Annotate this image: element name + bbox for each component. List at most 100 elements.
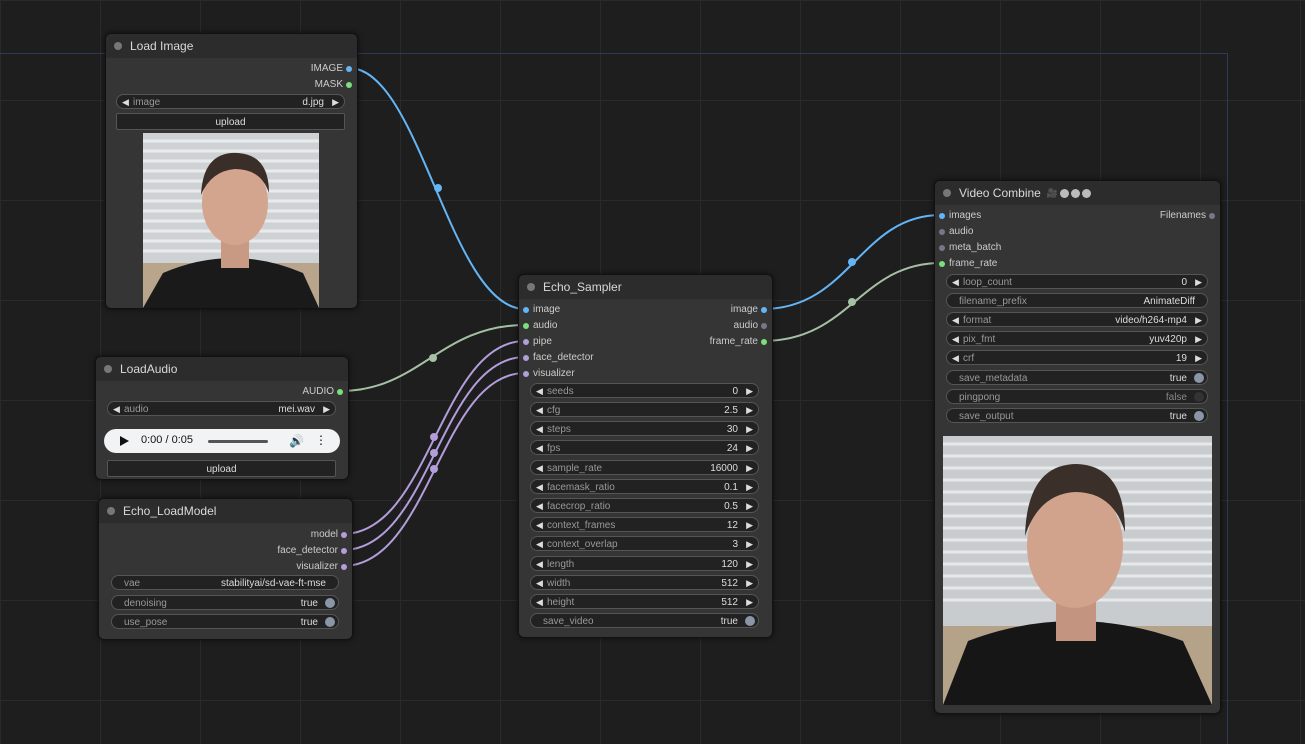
arrow-left-icon[interactable]: ◀ (952, 275, 959, 290)
output-slot-face-detector[interactable] (341, 548, 347, 554)
toggle-knob[interactable] (325, 598, 335, 608)
node-header[interactable]: Load Image (106, 34, 357, 58)
save-metadata-toggle[interactable]: save_metadata true (946, 370, 1208, 385)
arrow-right-icon[interactable]: ▶ (1195, 332, 1202, 347)
node-header[interactable]: LoadAudio (96, 357, 348, 381)
play-icon[interactable] (120, 436, 129, 446)
output-slot-image[interactable] (761, 307, 767, 313)
arrow-right-icon[interactable]: ▶ (746, 518, 753, 533)
arrow-left-icon[interactable]: ◀ (536, 537, 543, 552)
toggle-knob[interactable] (745, 616, 755, 626)
toggle-knob[interactable] (325, 617, 335, 627)
arrow-right-icon[interactable]: ▶ (1195, 351, 1202, 366)
facemask-ratio-widget[interactable]: ◀ facemask_ratio 0.1 ▶ (530, 479, 759, 494)
toggle-knob[interactable] (1194, 373, 1204, 383)
node-echo-sampler[interactable]: Echo_Sampler image image audio audio pip… (518, 274, 773, 638)
facecrop-ratio-widget[interactable]: ◀ facecrop_ratio 0.5 ▶ (530, 498, 759, 513)
arrow-right-icon[interactable]: ▶ (746, 576, 753, 591)
arrow-right-icon[interactable]: ▶ (1195, 313, 1202, 328)
seeds-widget[interactable]: ◀ seeds 0 ▶ (530, 383, 759, 398)
arrow-left-icon[interactable]: ◀ (536, 518, 543, 533)
arrow-left-icon[interactable]: ◀ (952, 313, 959, 328)
video-preview[interactable] (943, 436, 1212, 705)
node-header[interactable]: Video Combine 🎥 (935, 181, 1220, 205)
sample-rate-widget[interactable]: ◀ sample_rate 16000 ▶ (530, 460, 759, 475)
save-output-toggle[interactable]: save_output true (946, 408, 1208, 423)
toggle-knob[interactable] (1194, 392, 1204, 402)
context-overlap-widget[interactable]: ◀ context_overlap 3 ▶ (530, 536, 759, 551)
arrow-left-icon[interactable]: ◀ (952, 351, 959, 366)
arrow-right-icon[interactable]: ▶ (746, 422, 753, 437)
loop-count-widget[interactable]: ◀ loop_count 0 ▶ (946, 274, 1208, 289)
filename-prefix-widget[interactable]: filename_prefix AnimateDiff (946, 293, 1208, 308)
arrow-left-icon[interactable]: ◀ (113, 402, 120, 417)
collapse-dot-icon[interactable] (114, 42, 122, 50)
arrow-left-icon[interactable]: ◀ (536, 557, 543, 572)
upload-button[interactable]: upload (107, 460, 336, 477)
height-widget[interactable]: ◀ height 512 ▶ (530, 594, 759, 609)
input-slot-meta-batch[interactable] (939, 245, 945, 251)
crf-widget[interactable]: ◀ crf 19 ▶ (946, 350, 1208, 365)
length-widget[interactable]: ◀ length 120 ▶ (530, 556, 759, 571)
arrow-left-icon[interactable]: ◀ (536, 595, 543, 610)
fps-widget[interactable]: ◀ fps 24 ▶ (530, 440, 759, 455)
audio-combo-widget[interactable]: ◀ audio mei.wav ▶ (107, 401, 336, 416)
audio-progress-bar[interactable] (208, 440, 268, 443)
node-header[interactable]: Echo_Sampler (519, 275, 772, 299)
steps-widget[interactable]: ◀ steps 30 ▶ (530, 421, 759, 436)
output-slot-audio[interactable] (761, 323, 767, 329)
image-combo-widget[interactable]: ◀ image d.jpg ▶ (116, 94, 345, 109)
collapse-dot-icon[interactable] (527, 283, 535, 291)
input-slot-audio[interactable] (939, 229, 945, 235)
arrow-left-icon[interactable]: ◀ (536, 461, 543, 476)
more-options-icon[interactable]: ⋮ (315, 433, 327, 447)
toggle-knob[interactable] (1194, 411, 1204, 421)
collapse-dot-icon[interactable] (943, 189, 951, 197)
output-slot-audio[interactable] (337, 389, 343, 395)
input-slot-pipe[interactable] (523, 339, 529, 345)
graph-canvas[interactable]: Load Image IMAGE MASK ◀ image d.jpg ▶ up… (0, 0, 1305, 744)
format-widget[interactable]: ◀ format video/h264-mp4 ▶ (946, 312, 1208, 327)
arrow-left-icon[interactable]: ◀ (122, 95, 129, 110)
input-slot-images[interactable] (939, 213, 945, 219)
arrow-right-icon[interactable]: ▶ (746, 441, 753, 456)
arrow-right-icon[interactable]: ▶ (746, 403, 753, 418)
arrow-left-icon[interactable]: ◀ (536, 384, 543, 399)
arrow-left-icon[interactable]: ◀ (536, 422, 543, 437)
arrow-left-icon[interactable]: ◀ (536, 403, 543, 418)
arrow-right-icon[interactable]: ▶ (746, 499, 753, 514)
cfg-widget[interactable]: ◀ cfg 2.5 ▶ (530, 402, 759, 417)
node-load-audio[interactable]: LoadAudio AUDIO ◀ audio mei.wav ▶ 0:00 /… (95, 356, 349, 480)
arrow-right-icon[interactable]: ▶ (746, 595, 753, 610)
arrow-right-icon[interactable]: ▶ (746, 480, 753, 495)
arrow-left-icon[interactable]: ◀ (536, 576, 543, 591)
collapse-dot-icon[interactable] (104, 365, 112, 373)
arrow-left-icon[interactable]: ◀ (952, 332, 959, 347)
width-widget[interactable]: ◀ width 512 ▶ (530, 575, 759, 590)
output-slot-visualizer[interactable] (341, 564, 347, 570)
node-header[interactable]: Echo_LoadModel (99, 499, 352, 523)
arrow-left-icon[interactable]: ◀ (536, 480, 543, 495)
denoising-toggle[interactable]: denoising true (111, 595, 339, 610)
input-slot-visualizer[interactable] (523, 371, 529, 377)
audio-player[interactable]: 0:00 / 0:05 🔊 ⋮ (104, 429, 340, 453)
arrow-right-icon[interactable]: ▶ (746, 384, 753, 399)
arrow-right-icon[interactable]: ▶ (746, 557, 753, 572)
arrow-right-icon[interactable]: ▶ (1195, 275, 1202, 290)
vae-widget[interactable]: vae stabilityai/sd-vae-ft-mse (111, 575, 339, 590)
collapse-dot-icon[interactable] (107, 507, 115, 515)
input-slot-face-detector[interactable] (523, 355, 529, 361)
arrow-right-icon[interactable]: ▶ (746, 537, 753, 552)
upload-button[interactable]: upload (116, 113, 345, 130)
arrow-left-icon[interactable]: ◀ (536, 441, 543, 456)
arrow-right-icon[interactable]: ▶ (746, 461, 753, 476)
pingpong-toggle[interactable]: pingpong false (946, 389, 1208, 404)
output-slot-frame-rate[interactable] (761, 339, 767, 345)
input-slot-frame-rate[interactable] (939, 261, 945, 267)
output-slot-image[interactable] (346, 66, 352, 72)
save-video-toggle[interactable]: save_video true (530, 613, 759, 628)
output-slot-model[interactable] (341, 532, 347, 538)
arrow-right-icon[interactable]: ▶ (323, 402, 330, 417)
volume-icon[interactable]: 🔊 (289, 434, 304, 448)
context-frames-widget[interactable]: ◀ context_frames 12 ▶ (530, 517, 759, 532)
